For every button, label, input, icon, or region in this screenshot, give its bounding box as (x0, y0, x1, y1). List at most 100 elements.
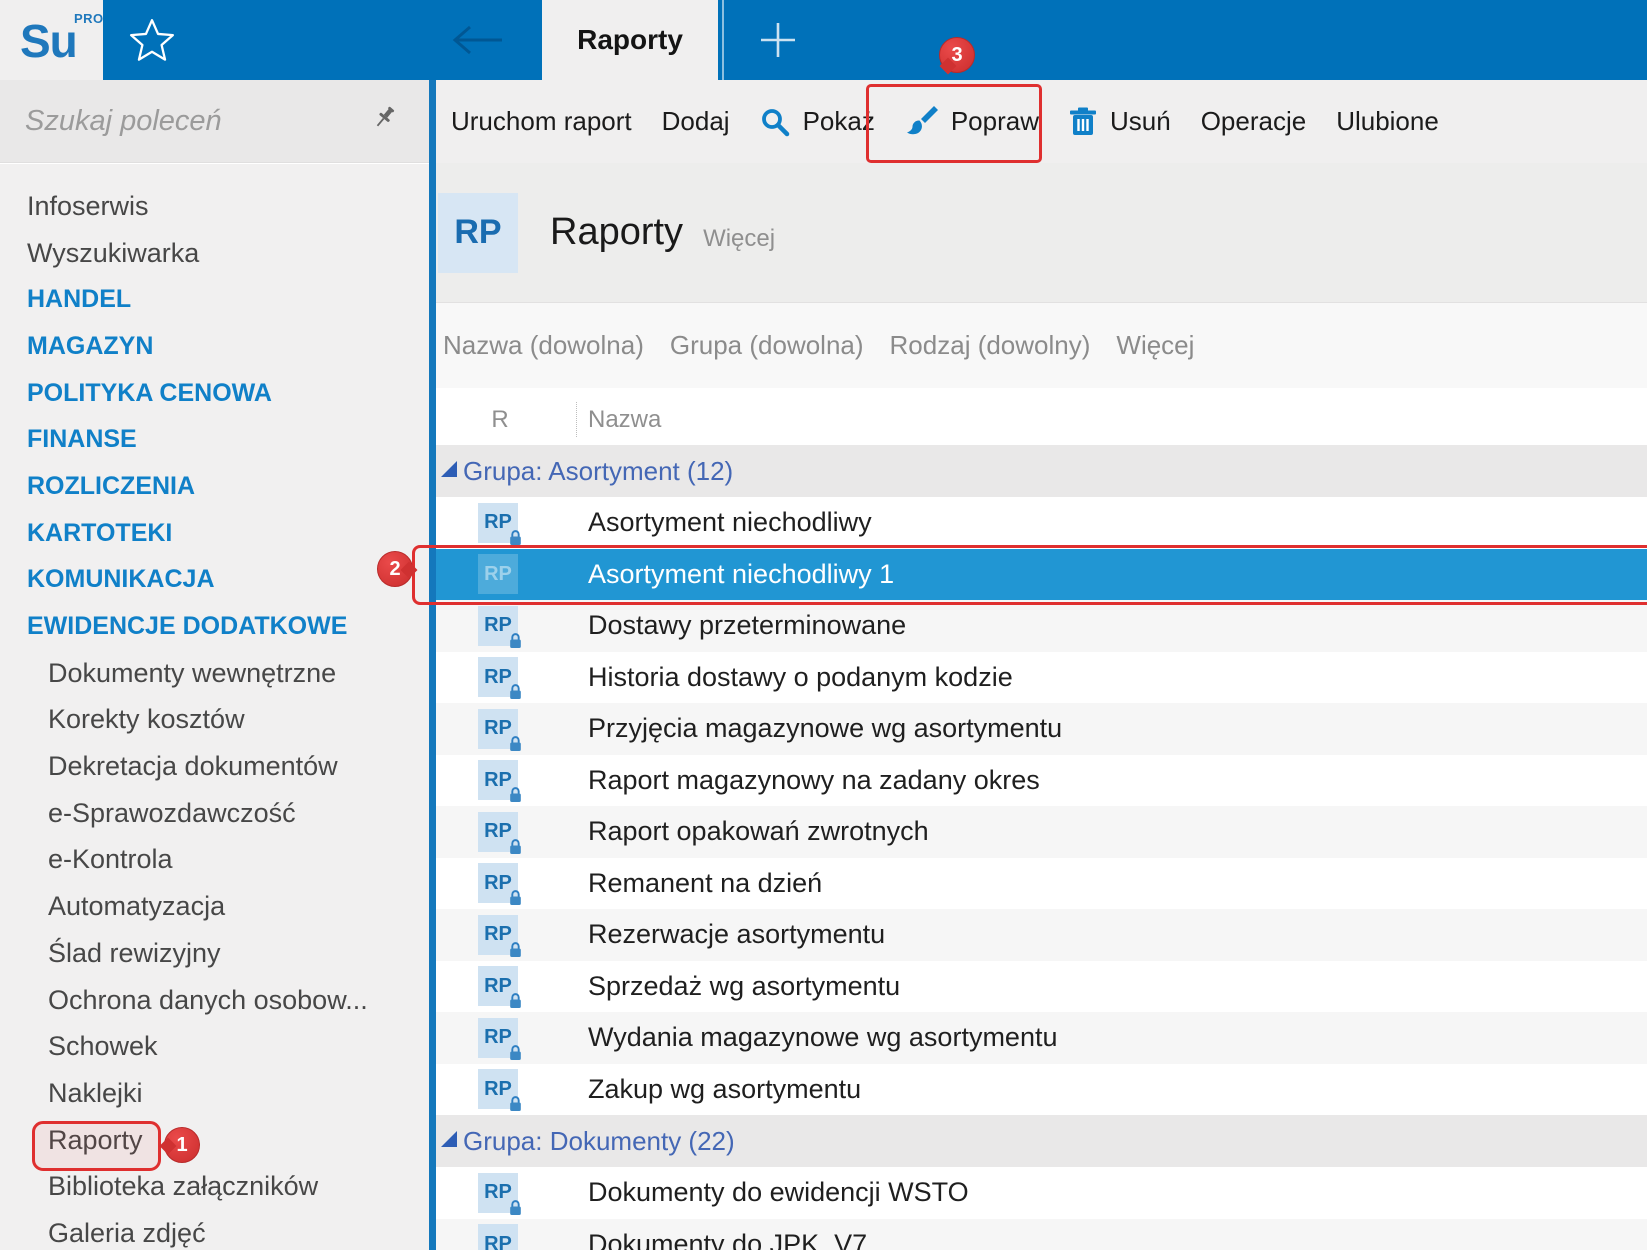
toolbar-button-uruchom-raport[interactable]: Uruchom raport (436, 80, 647, 163)
column-header-nazwa[interactable]: Nazwa (588, 394, 661, 445)
module-badge: RP (438, 193, 518, 273)
header-more-link[interactable]: Więcej (703, 225, 775, 253)
trash-icon (1069, 107, 1097, 137)
sidebar-item-e-kontrola[interactable]: e-Kontrola (0, 837, 429, 884)
report-icon: RP (478, 1018, 518, 1058)
sidebar-item-schowek[interactable]: Schowek (0, 1023, 429, 1070)
sidebar-item-ślad-rewizyjny[interactable]: Ślad rewizyjny (0, 930, 429, 977)
sidebar-item-kartoteki[interactable]: KARTOTEKI (0, 510, 429, 557)
report-icon: RP (478, 554, 518, 594)
report-icon: RP (478, 1173, 518, 1213)
back-arrow-icon[interactable] (448, 24, 506, 56)
tab-separator (722, 0, 724, 80)
table-row-raport-opakowań-zwrotnych[interactable]: RP Raport opakowań zwrotnych (436, 806, 1647, 858)
sidebar-item-galeria-zdjęć[interactable]: Galeria zdjęć (0, 1210, 429, 1250)
filter-more[interactable]: Więcej (1116, 330, 1194, 361)
sidebar-item-polityka-cenowa[interactable]: POLITYKA CENOWA (0, 370, 429, 417)
sidebar-item-ochrona-danych-osobow[interactable]: Ochrona danych osobow... (0, 977, 429, 1024)
sidebar-item-rozliczenia[interactable]: ROZLICZENIA (0, 463, 429, 510)
search-placeholder: Szukaj poleceń (25, 105, 372, 138)
table-row-dokumenty-do-jpk-v7[interactable]: RP Dokumenty do JPK_V7 (436, 1219, 1647, 1250)
table-row-przyjęcia-magazynowe-wg-asortymentu[interactable]: RP Przyjęcia magazynowe wg asortymentu (436, 703, 1647, 755)
lock-icon (508, 1199, 523, 1216)
table-row-wydania-magazynowe-wg-asortymentu[interactable]: RP Wydania magazynowe wg asortymentu (436, 1012, 1647, 1064)
sidebar-divider[interactable] (429, 80, 436, 1250)
filter-bar: Nazwa (dowolna) Grupa (dowolna) Rodzaj (… (436, 302, 1647, 388)
main-content: RP Raporty Więcej Nazwa (dowolna) Grupa … (436, 163, 1647, 1250)
sidebar-item-ewidencje-dodatkowe[interactable]: EWIDENCJE DODATKOWE (0, 603, 429, 650)
group-header-row[interactable]: Grupa: Dokumenty (22) (436, 1115, 1647, 1167)
report-name: Remanent na dzień (588, 868, 822, 899)
sidebar-item-magazyn[interactable]: MAGAZYN (0, 323, 429, 370)
tab-raporty[interactable]: Raporty (542, 0, 718, 80)
report-icon: RP (478, 1224, 518, 1250)
report-icon: RP (478, 966, 518, 1006)
table-row-dostawy-przeterminowane[interactable]: RP Dostawy przeterminowane (436, 600, 1647, 652)
toolbar-button-operacje[interactable]: Operacje (1186, 80, 1322, 163)
report-icon: RP (478, 915, 518, 955)
report-list: R Nazwa Grupa: Asortyment (12) RP Asorty… (436, 394, 1647, 1250)
table-row-sprzedaż-wg-asortymentu[interactable]: RP Sprzedaż wg asortymentu (436, 961, 1647, 1013)
collapse-triangle-icon (441, 461, 457, 477)
table-row-zakup-wg-asortymentu[interactable]: RP Zakup wg asortymentu (436, 1064, 1647, 1116)
table-row-asortyment-niechodliwy-1[interactable]: RP Asortyment niechodliwy 1 (436, 549, 1647, 601)
toolbar-button-pokaż[interactable]: Pokaż (745, 80, 890, 163)
filter-nazwa[interactable]: Nazwa (dowolna) (443, 330, 644, 361)
sidebar-item-raporty[interactable]: Raporty (0, 1117, 429, 1164)
filter-grupa[interactable]: Grupa (dowolna) (670, 330, 864, 361)
report-name: Dostawy przeterminowane (588, 610, 906, 641)
sidebar-item-e-sprawozdawczość[interactable]: e-Sprawozdawczość (0, 790, 429, 837)
report-icon: RP (478, 709, 518, 749)
sidebar-item-wyszukiwarka[interactable]: Wyszukiwarka (0, 230, 429, 277)
lock-icon (508, 632, 523, 649)
table-row-asortyment-niechodliwy[interactable]: RP Asortyment niechodliwy (436, 497, 1647, 549)
lock-icon (508, 992, 523, 1009)
table-row-dokumenty-do-ewidencji-wsto[interactable]: RP Dokumenty do ewidencji WSTO (436, 1167, 1647, 1219)
sidebar-item-korekty-kosztów[interactable]: Korekty kosztów (0, 697, 429, 744)
sidebar-item-automatyzacja[interactable]: Automatyzacja (0, 883, 429, 930)
report-name: Asortyment niechodliwy 1 (588, 559, 894, 590)
favorites-star-icon[interactable] (128, 16, 176, 64)
group-header-row[interactable]: Grupa: Asortyment (12) (436, 445, 1647, 497)
logo-text: Su PRO (20, 14, 77, 68)
app-logo[interactable]: Su PRO (0, 0, 103, 80)
table-row-remanent-na-dzień[interactable]: RP Remanent na dzień (436, 858, 1647, 910)
sidebar-item-dokumenty-wewnętrzne[interactable]: Dokumenty wewnętrzne (0, 650, 429, 697)
command-search-input[interactable]: Szukaj poleceń (0, 80, 429, 163)
table-row-rezerwacje-asortymentu[interactable]: RP Rezerwacje asortymentu (436, 909, 1647, 961)
table-row-raport-magazynowy-na-zadany-okres[interactable]: RP Raport magazynowy na zadany okres (436, 755, 1647, 807)
report-icon: RP (478, 503, 518, 543)
column-separator (576, 402, 577, 437)
report-icon: RP (478, 606, 518, 646)
report-name: Dokumenty do JPK_V7 (588, 1229, 867, 1250)
column-header-r[interactable]: R (470, 394, 530, 445)
filter-rodzaj[interactable]: Rodzaj (dowolny) (890, 330, 1091, 361)
toolbar-button-ulubione[interactable]: Ulubione (1321, 80, 1454, 163)
sidebar-item-handel[interactable]: HANDEL (0, 276, 429, 323)
toolbar-button-popraw[interactable]: Popraw (890, 80, 1054, 163)
report-name: Historia dostawy o podanym kodzie (588, 662, 1013, 693)
report-name: Sprzedaż wg asortymentu (588, 971, 900, 1002)
brush-icon (905, 106, 938, 137)
toolbar: Uruchom raport Dodaj Pokaż Popraw Usuń O… (436, 80, 1647, 163)
table-row-historia-dostawy-o-podanym-kodzie[interactable]: RP Historia dostawy o podanym kodzie (436, 652, 1647, 704)
report-name: Raport opakowań zwrotnych (588, 816, 929, 847)
new-tab-plus-icon[interactable] (755, 17, 801, 63)
sidebar-item-finanse[interactable]: FINANSE (0, 416, 429, 463)
pin-icon[interactable] (372, 105, 399, 137)
toolbar-button-usuń[interactable]: Usuń (1054, 80, 1186, 163)
report-icon: RP (478, 863, 518, 903)
report-icon: RP (478, 1069, 518, 1109)
sidebar-item-infoserwis[interactable]: Infoserwis (0, 183, 429, 230)
collapse-triangle-icon (441, 1131, 457, 1147)
report-icon: RP (478, 812, 518, 852)
report-name: Rezerwacje asortymentu (588, 919, 885, 950)
toolbar-button-dodaj[interactable]: Dodaj (647, 80, 745, 163)
sidebar-item-dekretacja-dokumentów[interactable]: Dekretacja dokumentów (0, 743, 429, 790)
search-icon (760, 107, 790, 137)
lock-icon (508, 889, 523, 906)
sidebar-item-biblioteka-załączników[interactable]: Biblioteka załączników (0, 1163, 429, 1210)
report-name: Wydania magazynowe wg asortymentu (588, 1022, 1057, 1053)
sidebar-item-komunikacja[interactable]: KOMUNIKACJA (0, 557, 429, 604)
sidebar-item-naklejki[interactable]: Naklejki (0, 1070, 429, 1117)
